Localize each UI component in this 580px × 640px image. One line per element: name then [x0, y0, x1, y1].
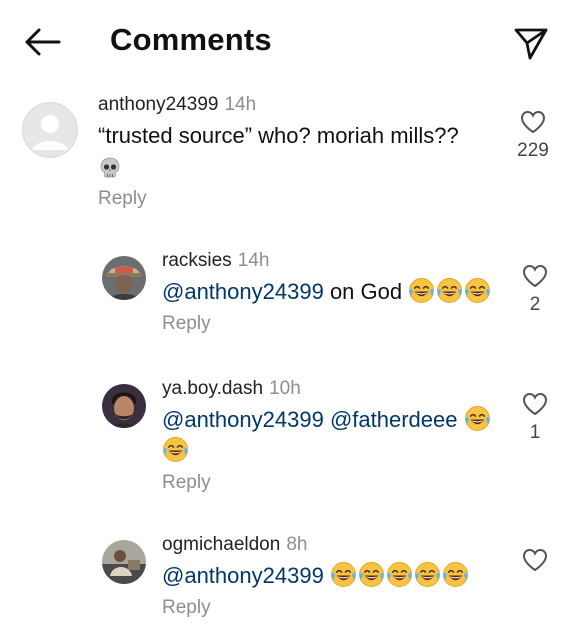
timestamp: 14h — [237, 250, 270, 271]
page-title: Comments — [110, 22, 272, 57]
joy-face-emoji-icon — [358, 562, 384, 587]
comment-meta: ya.boy.dash 10h — [162, 378, 507, 400]
comment-body: “trusted source” who? moriah mills?? — [98, 123, 459, 148]
username[interactable]: ya.boy.dash — [162, 378, 263, 399]
reply-button[interactable]: Reply — [162, 313, 211, 335]
mention-link[interactable]: @anthony24399 — [162, 407, 324, 432]
mention-link[interactable]: @anthony24399 — [162, 563, 324, 588]
like-count: 1 — [529, 422, 541, 443]
joy-face-emoji-icon — [409, 278, 435, 303]
joy-face-emoji-icon — [386, 562, 412, 587]
comment-item: anthony24399 14h “trusted source” who? mo… — [0, 88, 580, 228]
comment-text: @anthony24399 @fatherdeee — [162, 404, 507, 466]
mention-link[interactable]: @anthony24399 — [162, 279, 324, 304]
comment-meta: ogmichaeldon 8h — [162, 534, 502, 556]
emoji-group — [330, 562, 470, 588]
joy-face-emoji-icon — [464, 406, 490, 431]
mention-link[interactable]: @fatherdeee — [330, 407, 458, 432]
arrow-left-icon[interactable] — [22, 26, 62, 58]
like-control: 229 — [513, 110, 553, 162]
timestamp: 8h — [286, 534, 308, 555]
comment-item: racksies 14h @anthony24399 on God Reply 2 — [0, 240, 580, 360]
skull-emoji-icon — [100, 157, 120, 178]
send-paper-plane-icon[interactable] — [512, 24, 550, 62]
joy-face-emoji-icon — [163, 437, 188, 462]
avatar[interactable] — [22, 102, 78, 158]
comment-item: ogmichaeldon 8h @anthony24399 Reply — [0, 526, 580, 640]
joy-face-emoji-icon — [442, 562, 468, 587]
default-avatar-icon — [22, 102, 78, 158]
heart-icon[interactable] — [522, 392, 548, 416]
joy-face-emoji-icon — [330, 562, 356, 587]
emoji-group — [408, 278, 492, 304]
avatar-photo-icon — [102, 256, 146, 300]
username[interactable]: racksies — [162, 250, 232, 271]
heart-icon[interactable] — [520, 110, 546, 134]
like-control: 2 — [515, 264, 555, 316]
timestamp: 10h — [269, 378, 301, 399]
avatar-photo-icon — [102, 384, 146, 428]
joy-face-emoji-icon — [465, 278, 491, 303]
comment-text: “trusted source” who? moriah mills?? — [98, 120, 498, 182]
header-bar: Comments — [0, 0, 580, 88]
like-count: 2 — [529, 294, 541, 315]
reply-button[interactable]: Reply — [162, 597, 211, 619]
joy-face-emoji-icon — [437, 278, 463, 303]
timestamp: 14h — [224, 94, 257, 115]
reply-button[interactable]: Reply — [162, 472, 211, 494]
like-count: 229 — [517, 140, 549, 161]
comment-item: ya.boy.dash 10h @anthony24399 @fatherdeee… — [0, 368, 580, 518]
username[interactable]: anthony24399 — [98, 94, 218, 115]
like-control: 1 — [515, 392, 555, 444]
heart-icon[interactable] — [522, 264, 548, 288]
heart-icon[interactable] — [522, 548, 548, 572]
avatar[interactable] — [102, 540, 146, 584]
avatar[interactable] — [102, 256, 146, 300]
username[interactable]: ogmichaeldon — [162, 534, 280, 555]
comment-body: on God — [329, 279, 403, 304]
comment-meta: racksies 14h — [162, 250, 502, 272]
like-control — [515, 548, 555, 578]
comment-text: @anthony24399 — [162, 560, 502, 591]
reply-button[interactable]: Reply — [98, 188, 147, 210]
avatar-photo-icon — [102, 540, 146, 584]
comment-meta: anthony24399 14h — [98, 94, 498, 116]
joy-face-emoji-icon — [414, 562, 440, 587]
avatar[interactable] — [102, 384, 146, 428]
comment-text: @anthony24399 on God — [162, 276, 502, 307]
